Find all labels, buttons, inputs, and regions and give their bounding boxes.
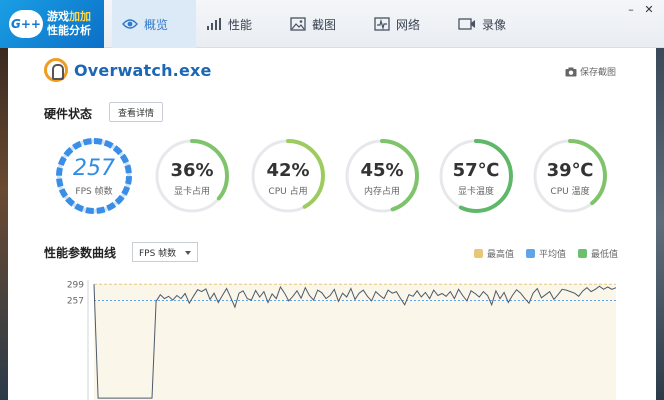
gauge-fps: 257 FPS 帧数 [54,136,134,216]
main-nav: 概览 性能 截图 网络 录像 [112,0,532,48]
hardware-status-title: 硬件状态 [44,107,93,121]
chevron-down-icon [185,251,191,255]
minimize-button[interactable]: – [622,2,640,16]
tab-recording[interactable]: 录像 [448,0,532,48]
y-tick-label: 257 [67,297,84,307]
video-icon [458,18,475,30]
legend-avg-swatch [525,249,535,258]
tab-overview[interactable]: 概览 [112,0,196,48]
legend-max-label: 最高值 [486,250,514,260]
legend-min: 最低值 [577,247,618,260]
app-window: G++ 游戏加加 性能分析 概览 性能 截图 网络 录像 – ✕ Overwat… [0,0,664,400]
legend-min-label: 最低值 [590,250,618,260]
gauge-cpu-usage-label: CPU 占用 [268,187,308,197]
tab-performance[interactable]: 性能 [196,0,280,48]
gauge-memory-usage-value: 45% [360,160,404,181]
save-screenshot-button[interactable]: 保存截图 [565,65,616,78]
gauge-cpu-temp: 39℃ CPU 温度 [530,136,610,216]
brand-line2: 性能分析 [47,24,91,37]
fps-line-chart: 299 257 [67,280,617,400]
close-button[interactable]: ✕ [640,2,658,16]
gauge-gpu-temp-label: 显卡温度 [457,187,494,197]
network-icon [374,17,390,31]
gauge-fps-value: 257 [73,156,115,181]
chart-area-fill [94,284,616,400]
legend-min-swatch [577,249,587,258]
legend-max-swatch [473,249,483,258]
legend-max: 最高值 [473,247,514,260]
tab-screenshot[interactable]: 截图 [280,0,364,48]
legend-avg-label: 平均值 [538,250,566,260]
gauge-memory-usage: 45% 内存占用 [342,136,422,216]
gauge-row: 257 FPS 帧数 36% 显卡占用 42% CPU 占用 45% 内存占用 … [8,136,656,226]
gauge-cpu-temp-label: CPU 温度 [550,187,590,197]
gauge-cpu-usage: 42% CPU 占用 [248,136,328,216]
chart-legend: 最高值 平均值 最低值 [462,247,618,260]
gauge-gpu-usage: 36% 显卡占用 [152,136,232,216]
brand-line1-b: 加加 [69,10,91,23]
view-details-button[interactable]: 查看详情 [109,102,163,122]
brand-text: 游戏加加 性能分析 [47,10,91,38]
legend-avg: 平均值 [525,247,566,260]
brand-logo: G++ [9,10,43,38]
brand-line1-a: 游戏 [47,10,69,23]
brand-logo-text: G++ [11,17,41,31]
eye-icon [122,19,138,29]
y-tick-label: 299 [67,280,84,290]
metric-select-value: FPS 帧数 [139,248,177,259]
tab-recording-label: 录像 [482,17,507,32]
curve-title: 性能参数曲线 [44,246,117,260]
bar-chart-icon [207,18,221,30]
gauge-cpu-usage-value: 42% [266,160,310,181]
tab-network[interactable]: 网络 [364,0,448,48]
gauge-gpu-usage-label: 显卡占用 [173,187,210,197]
gauge-memory-usage-label: 内存占用 [363,187,400,197]
metric-select[interactable]: FPS 帧数 [132,242,198,262]
brand: G++ 游戏加加 性能分析 [0,0,104,48]
save-screenshot-label: 保存截图 [579,68,616,78]
overwatch-logo-icon [44,58,68,82]
tab-overview-label: 概览 [144,17,169,32]
gauge-cpu-temp-value: 39℃ [546,160,594,181]
gauge-gpu-usage-value: 36% [170,160,214,181]
gauge-gpu-temp-value: 57℃ [452,160,500,181]
window-controls: – ✕ [622,2,658,16]
overview-panel: Overwatch.exe 保存截图 硬件状态 查看详情 257 FPS 帧数 … [8,48,656,400]
image-icon [290,17,306,31]
game-header: Overwatch.exe [44,58,212,82]
tab-performance-label: 性能 [228,17,253,32]
gauge-gpu-temp: 57℃ 显卡温度 [436,136,516,216]
tab-network-label: 网络 [396,17,421,32]
tab-screenshot-label: 截图 [312,17,337,32]
camera-icon [565,67,577,76]
game-name: Overwatch.exe [74,60,212,80]
gauge-fps-label: FPS 帧数 [75,187,113,197]
top-bar: G++ 游戏加加 性能分析 概览 性能 截图 网络 录像 – ✕ [0,0,664,48]
